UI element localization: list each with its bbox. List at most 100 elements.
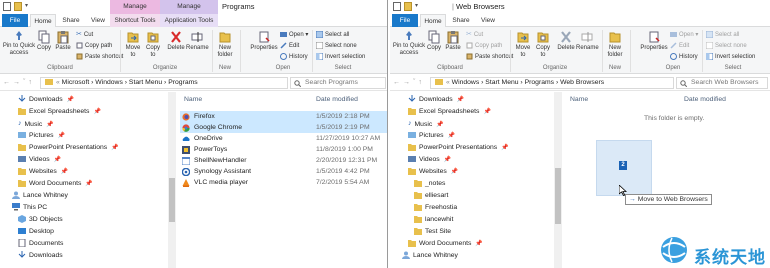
file-row-synology[interactable]: Synology Assistant 1/5/2019 4:42 PM [180,166,387,177]
file-row-onedrive[interactable]: OneDrive 11/27/2019 10:27 AM [180,133,387,144]
tab-home[interactable]: Home [420,14,446,28]
rename-button[interactable]: Rename [186,30,209,52]
breadcrumb-web-browsers[interactable]: Web Browsers [560,79,604,86]
file-row-shellnewhandler[interactable]: ShellNewHandler 2/20/2019 12:31 PM [180,155,387,166]
paste-shortcut-button[interactable]: Paste shortcut [76,53,123,61]
tab-application-tools[interactable]: Application Tools [160,14,218,27]
address-path[interactable]: « Windows › Start Menu › Programs › Web … [430,77,674,89]
breadcrumb-windows[interactable]: Windows [452,79,480,86]
move-to-button[interactable]: Move to [124,30,142,59]
nav-item-downloads-pc[interactable]: Downloads [18,250,63,262]
select-none-button[interactable]: Select none [706,42,747,50]
move-to-button[interactable]: Move to [514,30,532,59]
select-all-button[interactable]: Select all [316,31,349,39]
new-folder-button[interactable]: New folder [604,30,626,59]
edit-button[interactable]: Edit [280,42,299,50]
nav-item-lance[interactable]: Lance Whitney [12,190,68,202]
nav-item-websites[interactable]: Websites 📌 [18,166,68,178]
breadcrumb-microsoft[interactable]: Microsoft [62,79,90,86]
tab-shortcut-tools[interactable]: Shortcut Tools [110,14,160,27]
properties-icon[interactable] [3,2,11,11]
history-button[interactable]: History [670,53,698,61]
nav-item-downloads[interactable]: Downloads 📌 [408,94,464,106]
address-path[interactable]: « Microsoft › Windows › Start Menu › Pro… [40,77,288,89]
nav-item-word[interactable]: Word Documents 📌 [18,178,93,190]
nav-item-pictures[interactable]: Pictures 📌 [408,130,455,142]
tab-share[interactable]: Share [58,14,84,27]
nav-item-websites[interactable]: Websites 📌 [408,166,458,178]
pin-to-quick-access-button[interactable]: Pin to Quick access [392,30,426,57]
cut-button[interactable]: ✂ Cut [466,31,483,39]
copy-to-button[interactable]: Copy to [534,30,552,59]
column-header-date[interactable]: Date modified [684,96,726,103]
paste-shortcut-button[interactable]: Paste shortcut [466,53,513,61]
paste-button[interactable]: Paste [444,30,462,52]
nav-item-videos[interactable]: Videos 📌 [408,154,451,166]
breadcrumb-start-menu[interactable]: Start Menu [129,79,162,86]
copy-button[interactable]: Copy [426,30,442,52]
nav-item-videos[interactable]: Videos 📌 [18,154,61,166]
tab-view[interactable]: View [476,14,500,27]
nav-arrows[interactable]: ←→ˇ↑ [3,79,35,86]
invert-selection-button[interactable]: Invert selection [706,53,755,61]
new-folder-button[interactable]: New folder [214,30,236,59]
copy-path-button[interactable]: Copy path [76,42,112,50]
nav-scrollbar[interactable] [554,92,562,268]
nav-item-documents[interactable]: Documents [18,238,63,250]
nav-item-word[interactable]: Word Documents 📌 [408,238,483,250]
history-button[interactable]: History [280,53,308,61]
tab-file[interactable]: File [392,14,418,27]
breadcrumb-windows[interactable]: Windows [95,79,123,86]
open-button[interactable]: Open ▾ [670,31,698,39]
tab-home[interactable]: Home [30,14,56,28]
paste-button[interactable]: Paste [54,30,72,52]
file-row-powertoys[interactable]: PowerToys 11/8/2019 1:00 PM [180,144,387,155]
delete-button[interactable]: Delete [166,30,186,52]
scrollbar-thumb[interactable] [555,168,561,224]
nav-item-desktop[interactable]: Desktop [18,226,54,238]
rename-button[interactable]: Rename [576,30,599,52]
file-row-chrome[interactable]: Google Chrome 1/5/2019 2:19 PM [180,122,387,133]
breadcrumb-start-menu[interactable]: Start Menu [485,79,518,86]
properties-icon[interactable] [393,2,401,11]
nav-item-downloads[interactable]: Downloads 📌 [18,94,74,106]
nav-item-lancewhit[interactable]: lancewhit [414,214,453,226]
nav-item-elliesart[interactable]: elliesart [414,190,448,202]
cut-button[interactable]: ✂ Cut [76,31,93,39]
breadcrumb-programs[interactable]: Programs [525,79,554,86]
pin-to-quick-access-button[interactable]: Pin to Quick access [2,30,36,57]
nav-item-excel[interactable]: Excel Spreadsheets 📌 [408,106,491,118]
nav-item-powerpoint[interactable]: PowerPoint Presentations 📌 [408,142,509,154]
nav-item-music[interactable]: ♪ Music 📌 [408,118,444,130]
copy-to-button[interactable]: Copy to [144,30,162,59]
breadcrumb-programs[interactable]: Programs [168,79,197,86]
nav-arrows[interactable]: ←→ˇ↑ [393,79,425,86]
properties-button[interactable]: Properties [640,30,668,52]
nav-item-excel[interactable]: Excel Spreadsheets 📌 [18,106,101,118]
copy-button[interactable]: Copy [36,30,52,52]
nav-item-notes[interactable]: _notes [414,178,445,190]
nav-item-this-pc[interactable]: This PC [12,202,47,214]
nav-item-3d-objects[interactable]: 3D Objects [18,214,63,226]
nav-item-lance[interactable]: Lance Whitney [402,250,458,262]
select-all-button[interactable]: Select all [706,31,739,39]
search-input[interactable]: Search Programs [290,77,386,89]
column-header-date[interactable]: Date modified [316,96,358,103]
nav-item-music[interactable]: ♪ Music 📌 [18,118,54,130]
nav-item-powerpoint[interactable]: PowerPoint Presentations 📌 [18,142,119,154]
nav-item-freehostia[interactable]: Freehostia [414,202,457,214]
edit-button[interactable]: Edit [670,42,689,50]
file-row-vlc[interactable]: VLC media player 7/2/2019 5:54 AM [180,177,387,188]
scrollbar-thumb[interactable] [169,178,175,222]
properties-button[interactable]: Properties [250,30,278,52]
new-folder-icon[interactable] [404,2,412,11]
open-button[interactable]: Open ▾ [280,31,308,39]
delete-button[interactable]: Delete [556,30,576,52]
search-input[interactable]: Search Web Browsers [676,77,768,89]
new-folder-icon[interactable] [14,2,22,11]
tab-file[interactable]: File [2,14,28,27]
file-row-firefox[interactable]: Firefox 1/5/2019 2:18 PM [180,111,387,122]
invert-selection-button[interactable]: Invert selection [316,53,365,61]
select-none-button[interactable]: Select none [316,42,357,50]
tab-share[interactable]: Share [448,14,474,27]
